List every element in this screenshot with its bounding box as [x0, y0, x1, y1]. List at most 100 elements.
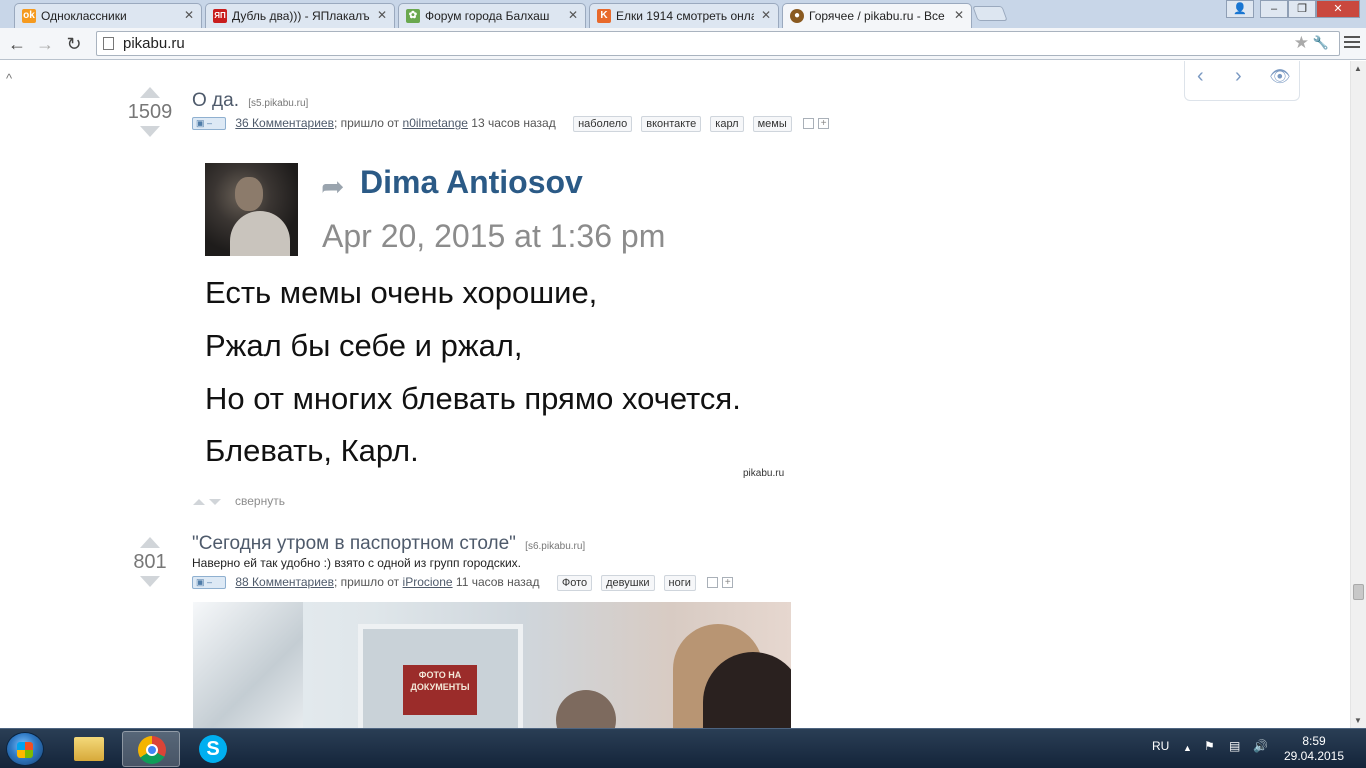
tag[interactable]: карл: [710, 116, 744, 132]
post-source: [s6.pikabu.ru]: [525, 541, 586, 552]
skype-taskbar-button[interactable]: S: [184, 731, 242, 767]
odnoklassniki-favicon-icon: ok: [22, 9, 36, 23]
close-tab-icon[interactable]: ✕: [568, 8, 578, 22]
balkhash-favicon-icon: ✿: [406, 9, 420, 23]
tag[interactable]: наболело: [573, 116, 633, 132]
tab-pikabu-hot[interactable]: ● Горячее / pikabu.ru - Все ✕: [782, 3, 972, 29]
door: ФОТО НА ДОКУМЕНТЫ: [358, 624, 523, 728]
hide-viewed-eye-icon[interactable]: 👁: [1269, 67, 1291, 87]
scroll-top-caret-icon[interactable]: ^: [6, 71, 12, 86]
back-arrow-icon[interactable]: ←: [6, 33, 28, 55]
post-footer: свернуть: [193, 494, 285, 508]
bookmark-star-icon[interactable]: ★: [1294, 33, 1309, 53]
close-window-button[interactable]: ✕: [1316, 0, 1360, 18]
comments-link[interactable]: 88 Комментариев: [235, 575, 334, 589]
photo-badge-icon[interactable]: ▣ –: [192, 576, 226, 590]
image-author-name: Dima Antiosov: [360, 164, 583, 200]
browser-toolbar: ← → ↻ ★ 🔧: [0, 28, 1366, 60]
photo-badge-icon[interactable]: ▣ –: [192, 117, 226, 131]
tag[interactable]: мемы: [752, 116, 792, 132]
action-center-flag-icon[interactable]: ⚑: [1204, 739, 1215, 753]
close-tab-icon[interactable]: ✕: [184, 8, 194, 22]
windows-logo-icon: [17, 742, 33, 758]
post-title: "Сегодня утром в паспортном столе" [s6.p…: [192, 533, 585, 555]
post-image: ➦ Dima Antiosov Apr 20, 2015 at 1:36 pm …: [193, 148, 791, 486]
previous-post-icon[interactable]: ‹: [1197, 65, 1204, 88]
minimize-window-button[interactable]: ‒: [1260, 0, 1288, 18]
tab-odnoklassniki[interactable]: ok Одноклассники ✕: [14, 3, 202, 28]
chrome-menu-icon[interactable]: [1344, 36, 1360, 51]
author-link[interactable]: n0ilmetange: [403, 116, 468, 130]
url-input[interactable]: [123, 34, 1273, 53]
tag[interactable]: ноги: [663, 575, 696, 591]
taskbar-clock[interactable]: 8:59 29.04.2015: [1282, 734, 1346, 764]
language-indicator[interactable]: RU: [1152, 739, 1169, 753]
forward-arrow-icon[interactable]: →: [34, 33, 56, 55]
close-tab-icon[interactable]: ✕: [954, 8, 964, 22]
show-hidden-icons-icon[interactable]: ▲: [1183, 743, 1192, 753]
chrome-taskbar-button[interactable]: [122, 731, 180, 767]
poem-line: Ржал бы себе и ржал,: [205, 328, 523, 363]
expand-post-icon[interactable]: +: [722, 577, 734, 589]
vertical-scrollbar[interactable]: ▲ ▼: [1350, 61, 1366, 728]
image-post-date: Apr 20, 2015 at 1:36 pm: [322, 218, 666, 254]
close-tab-icon[interactable]: ✕: [377, 8, 387, 22]
page-content: ^ ‹ › 👁 1509 О да. [s5.pikabu.ru] ▣ – 36…: [0, 61, 1350, 728]
comments-link[interactable]: 36 Комментариев: [235, 116, 334, 130]
network-icon[interactable]: ▤: [1229, 739, 1240, 753]
next-post-icon[interactable]: ›: [1235, 65, 1242, 88]
skype-icon: S: [199, 735, 227, 763]
poem-line: Но от многих блевать прямо хочется.: [205, 381, 741, 416]
restore-window-button[interactable]: ❐: [1288, 0, 1316, 18]
post-title-link[interactable]: О да.: [192, 90, 239, 111]
post-navigation-widget: ‹ › 👁: [1184, 61, 1300, 101]
kinopoisk-favicon-icon: K: [597, 9, 611, 23]
downvote-arrow-icon[interactable]: [140, 126, 160, 137]
poem-line: Блевать, Карл.: [205, 433, 419, 468]
start-button[interactable]: [6, 732, 44, 766]
scrollbar-thumb[interactable]: [1353, 584, 1364, 600]
user-profile-icon[interactable]: 👤: [1226, 0, 1254, 18]
scroll-up-icon[interactable]: ▲: [1354, 64, 1362, 73]
explorer-taskbar-button[interactable]: [60, 731, 118, 767]
post-meta: ▣ – 36 Комментариев; пришло от n0ilmetan…: [192, 116, 830, 134]
author-link[interactable]: iProcione: [403, 575, 453, 589]
browser-tab-strip: ok Одноклассники ✕ ЯП Дубль два))) - ЯПл…: [0, 0, 1366, 29]
post-score: 801: [133, 551, 167, 573]
collapse-link[interactable]: свернуть: [235, 494, 285, 508]
reload-icon[interactable]: ↻: [63, 33, 85, 55]
tab-title: Форум города Балхаш: [425, 9, 550, 23]
tab-title: Елки 1914 смотреть онла: [616, 9, 754, 23]
save-post-icon[interactable]: [803, 118, 815, 130]
post-score: 1509: [127, 101, 173, 123]
tag[interactable]: вконтакте: [641, 116, 702, 132]
chrome-icon: [138, 736, 166, 764]
save-post-icon[interactable]: [707, 577, 719, 589]
tab-balkhash-forum[interactable]: ✿ Форум города Балхаш ✕: [398, 3, 586, 28]
mini-upvote-icon[interactable]: [193, 498, 205, 505]
close-tab-icon[interactable]: ✕: [761, 8, 771, 22]
tab-elki-1914[interactable]: K Елки 1914 смотреть онла ✕: [589, 3, 779, 28]
tab-title: Горячее / pikabu.ru - Все: [809, 9, 945, 23]
tag[interactable]: девушки: [601, 575, 655, 591]
folder-icon: [74, 737, 104, 761]
tab-yaplakal[interactable]: ЯП Дубль два))) - ЯПлакалъ ✕: [205, 3, 395, 28]
downvote-arrow-icon[interactable]: [140, 576, 160, 587]
mini-downvote-icon[interactable]: [209, 498, 221, 505]
post-time: 13 часов назад: [471, 116, 556, 130]
post-photo: ФОТО НА ДОКУМЕНТЫ: [193, 602, 791, 728]
upvote-arrow-icon[interactable]: [140, 87, 160, 98]
new-tab-button[interactable]: [972, 6, 1008, 21]
address-bar[interactable]: ★ 🔧: [96, 31, 1340, 56]
post-title-link[interactable]: "Сегодня утром в паспортном столе": [192, 533, 516, 554]
post-meta: ▣ – 88 Комментариев; пришло от iProcione…: [192, 575, 734, 593]
clock-date: 29.04.2015: [1283, 749, 1345, 763]
post-time: 11 часов назад: [455, 575, 540, 589]
scroll-down-icon[interactable]: ▼: [1354, 716, 1362, 725]
upvote-arrow-icon[interactable]: [140, 537, 160, 548]
volume-icon[interactable]: 🔊: [1253, 739, 1268, 753]
tag[interactable]: Фото: [556, 575, 593, 591]
pikabu-favicon-icon: ●: [790, 9, 804, 23]
extension-key-icon[interactable]: 🔧: [1313, 35, 1329, 51]
expand-post-icon[interactable]: +: [818, 118, 830, 130]
